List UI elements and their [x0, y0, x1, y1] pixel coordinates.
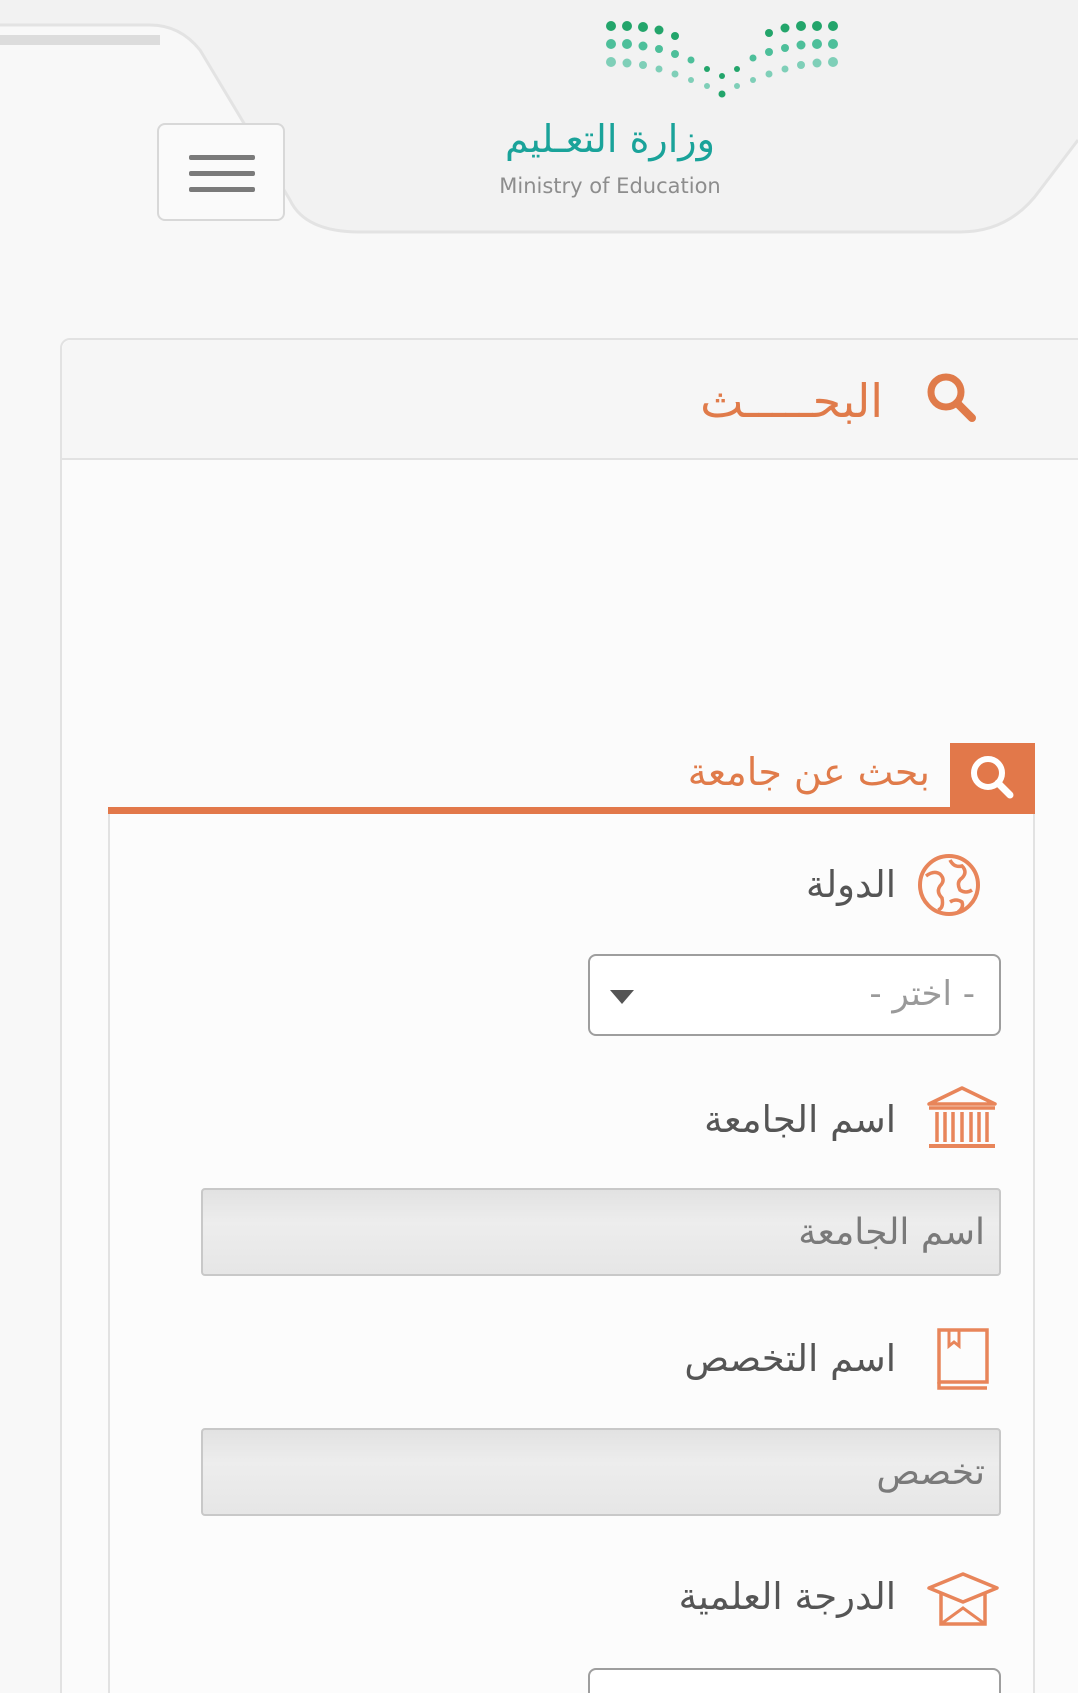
tab-label[interactable]: بحث عن جامعة — [688, 750, 930, 794]
tab-underline — [108, 807, 1035, 814]
caret-down-icon — [610, 990, 634, 1004]
university-icon — [927, 1086, 997, 1148]
major-name-input[interactable] — [201, 1428, 1001, 1516]
logo-english-text: Ministry of Education — [499, 174, 721, 198]
degree-label: الدرجة العلمية — [678, 1575, 896, 1618]
menu-button[interactable] — [157, 123, 285, 221]
university-name-label: اسم الجامعة — [704, 1098, 896, 1141]
logo-dots-icon — [606, 21, 838, 98]
search-icon — [927, 373, 976, 422]
major-name-label: اسم التخصص — [684, 1337, 896, 1380]
graduation-cap-icon — [927, 1572, 999, 1626]
country-label: الدولة — [806, 863, 896, 906]
tab-search-university[interactable] — [950, 743, 1035, 810]
globe-icon — [918, 854, 980, 916]
degree-select[interactable] — [588, 1668, 1001, 1693]
page: وزارة التعـليم Ministry of Education الب… — [0, 0, 1078, 1693]
country-select[interactable]: - اختر - — [588, 954, 1001, 1036]
country-select-value: - اختر - — [869, 974, 975, 1014]
search-panel-header: البحـــــث — [62, 340, 1078, 460]
book-icon — [937, 1328, 989, 1390]
university-name-input[interactable] — [201, 1188, 1001, 1276]
search-panel-title: البحـــــث — [700, 374, 883, 428]
search-icon — [971, 756, 1014, 799]
logo-arabic-text: وزارة التعـليم — [504, 117, 715, 161]
ministry-logo: وزارة التعـليم Ministry of Education — [480, 14, 838, 214]
